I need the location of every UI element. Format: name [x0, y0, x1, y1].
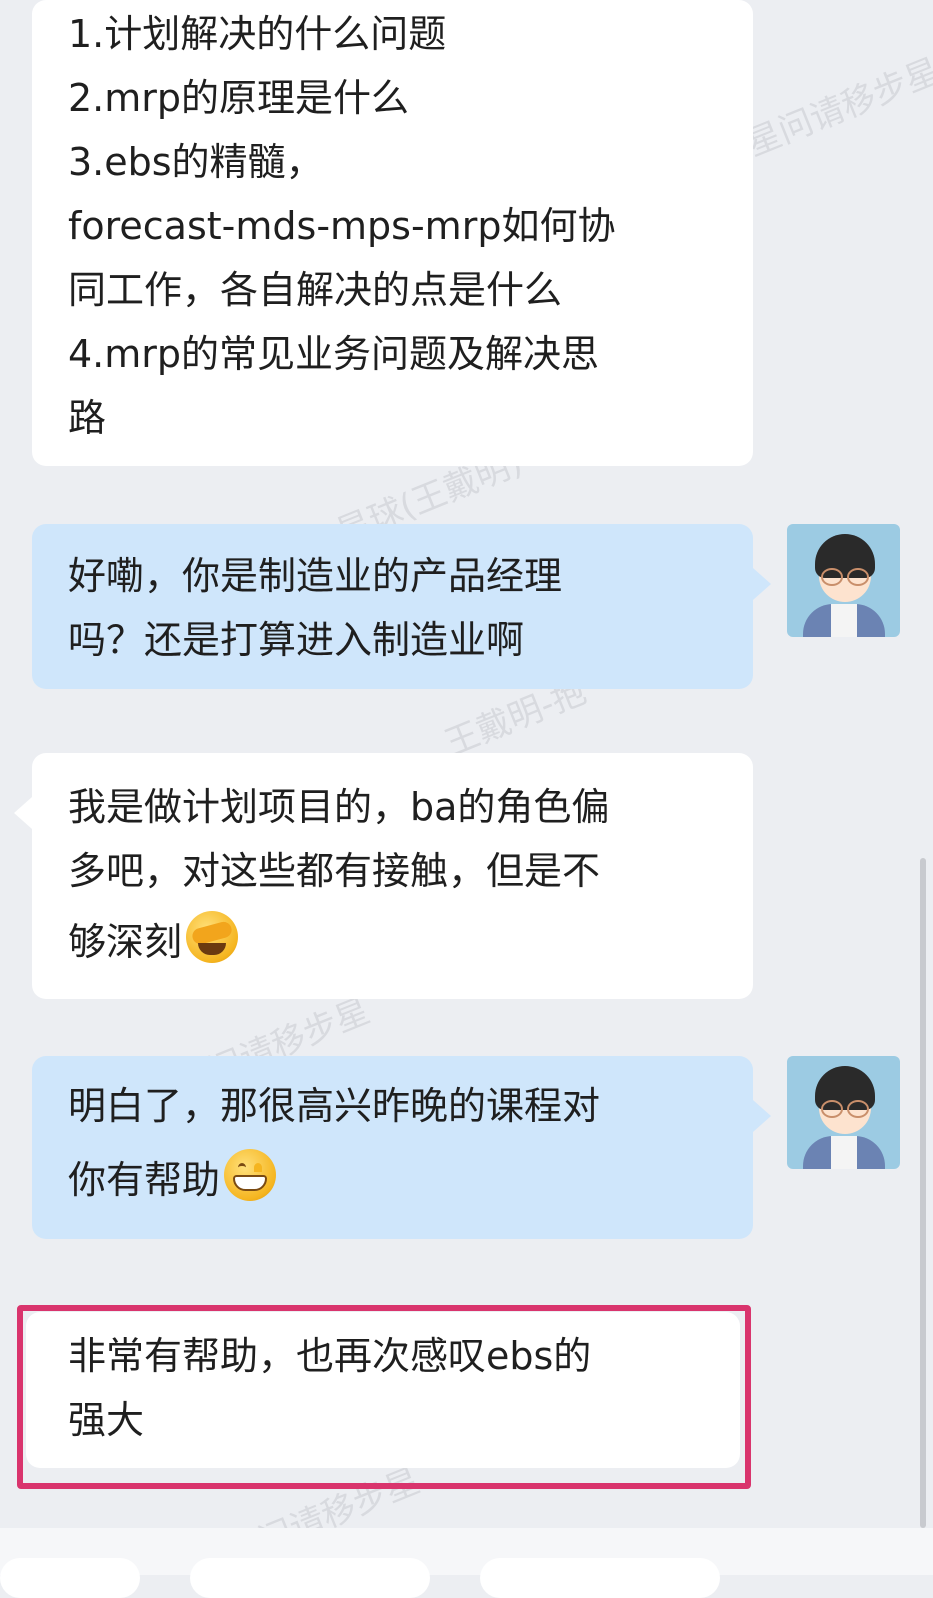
message-line: 够深刻: [68, 903, 717, 981]
message-bubble-incoming[interactable]: 1.计划解决的什么问题 2.mrp的原理是什么 3.ebs的精髓， foreca…: [32, 0, 753, 466]
message-line: 3.ebs的精髓，: [68, 140, 324, 184]
user-avatar[interactable]: [787, 524, 900, 637]
message-line: 吗？还是打算进入制造业啊: [68, 618, 525, 662]
message-line: 2.mrp的原理是什么: [68, 76, 410, 120]
grin-emoji-icon: [224, 1149, 277, 1201]
message-line: 我是做计划项目的，ba的角色偏: [68, 785, 610, 829]
message-bubble-incoming[interactable]: 我是做计划项目的，ba的角色偏 多吧，对这些都有接触，但是不 够深刻: [14, 753, 753, 999]
message-line: 4.mrp的常见业务问题及解决思: [68, 332, 600, 376]
message-line: 多吧，对这些都有接触，但是不: [68, 849, 601, 893]
message-line: 同工作，各自解决的点是什么: [68, 268, 563, 312]
message-line: 你有帮助: [68, 1138, 717, 1222]
bottom-pill[interactable]: [190, 1558, 430, 1598]
message-line: 1.计划解决的什么问题: [68, 12, 447, 56]
user-avatar[interactable]: [787, 1056, 900, 1169]
bottom-pill[interactable]: [0, 1558, 140, 1598]
message-bubble-outgoing[interactable]: 明白了，那很高兴昨晚的课程对 你有帮助: [32, 1056, 771, 1239]
bottom-bar: [0, 1528, 933, 1598]
message-bubble-outgoing[interactable]: 好嘞，你是制造业的产品经理 吗？还是打算进入制造业啊: [32, 524, 771, 689]
message-line: 路: [68, 396, 107, 440]
watermark-text: 星问请移步星: [741, 50, 933, 165]
bottom-pill[interactable]: [480, 1558, 720, 1598]
message-line: forecast-mds-mps-mrp如何协: [68, 204, 616, 248]
facepalm-emoji-icon: [186, 911, 239, 963]
message-line: 明白了，那很高兴昨晚的课程对: [68, 1084, 601, 1128]
message-line: 好嘞，你是制造业的产品经理: [68, 554, 563, 598]
scrollbar[interactable]: [920, 858, 926, 1528]
highlight-box: [17, 1305, 751, 1489]
